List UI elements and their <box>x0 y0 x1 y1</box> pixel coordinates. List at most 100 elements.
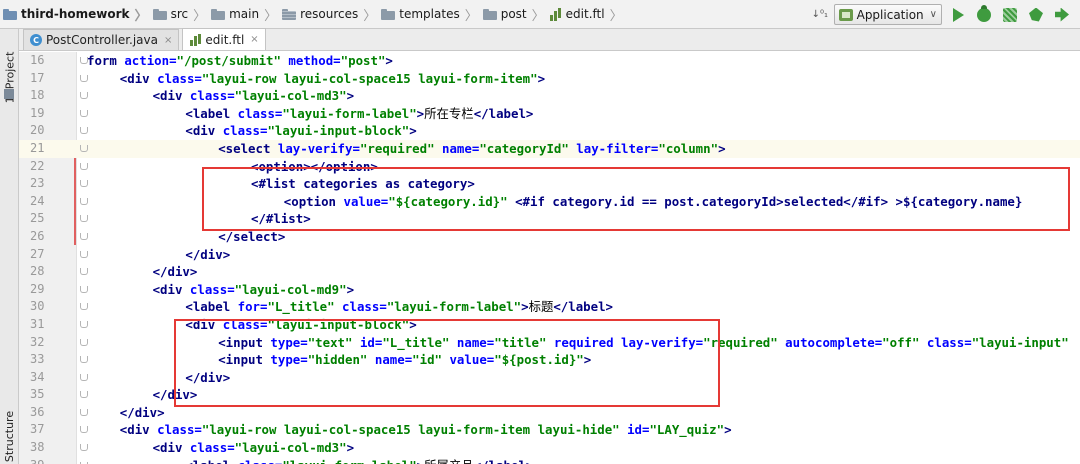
breadcrumb-item-project[interactable]: third-homework 〉 <box>3 0 153 28</box>
code-line[interactable]: 39 <label class="layui-form-label">所属产品</… <box>19 457 1080 464</box>
tab-post-controller[interactable]: C PostController.java × <box>23 29 180 50</box>
coverage-button[interactable] <box>1000 5 1020 25</box>
code-line[interactable]: 18 <div class="layui-col-md3"> <box>19 87 1080 105</box>
chevron-right-icon: 〉 <box>609 8 623 24</box>
fold-icon[interactable] <box>79 109 88 119</box>
line-number: 30 <box>30 299 45 314</box>
run-configuration-select[interactable]: Application ∨ <box>833 4 942 25</box>
line-number: 36 <box>30 404 45 419</box>
code-line[interactable]: 19 <label class="layui-form-label">所在专栏</… <box>19 105 1080 123</box>
code-line[interactable]: 38 <div class="layui-col-md3"> <box>19 439 1080 457</box>
tab-label: edit.ftl <box>205 32 245 47</box>
breadcrumb-item-templates[interactable]: templates 〉 <box>381 0 482 28</box>
code-line[interactable]: 20 <div class="layui-input-block"> <box>19 122 1080 140</box>
breadcrumb-label: post <box>500 7 527 21</box>
line-number: 28 <box>30 264 45 279</box>
breadcrumb-item-src[interactable]: src 〉 <box>152 0 212 28</box>
fold-icon[interactable] <box>79 425 88 435</box>
line-number: 22 <box>30 158 45 173</box>
code-line[interactable]: 28 </div> <box>19 263 1080 281</box>
line-number: 23 <box>30 176 45 191</box>
select-options-list-highlight <box>202 167 1070 231</box>
editor-tabs: C PostController.java × edit.ftl × <box>19 28 1080 51</box>
fold-icon[interactable] <box>79 179 88 189</box>
build-button[interactable] <box>1052 5 1072 25</box>
close-icon[interactable]: × <box>250 34 258 45</box>
code-line[interactable]: 37 <div class="layui-row layui-col-space1… <box>19 421 1080 439</box>
fold-icon[interactable] <box>79 74 88 84</box>
run-button[interactable] <box>948 5 968 25</box>
close-icon[interactable]: × <box>164 35 172 46</box>
line-number: 37 <box>30 422 45 437</box>
line-number: 32 <box>30 334 45 349</box>
fold-icon[interactable] <box>79 373 88 383</box>
freemarker-file-icon <box>189 34 201 46</box>
fold-icon[interactable] <box>79 285 88 295</box>
chevron-right-icon: 〉 <box>193 8 207 24</box>
fold-icon[interactable] <box>79 214 88 224</box>
tab-edit-ftl[interactable]: edit.ftl × <box>182 28 266 50</box>
folder-icon <box>381 8 396 20</box>
code-text: form action="/post/submit" method="post"… <box>87 53 393 68</box>
code-line[interactable]: 17 <div class="layui-row layui-col-space1… <box>19 70 1080 88</box>
sort-icon[interactable]: ↓⁰₁ <box>812 9 828 20</box>
line-number: 17 <box>30 70 45 85</box>
fold-icon[interactable] <box>79 91 88 101</box>
fold-icon[interactable] <box>79 320 88 330</box>
fold-icon[interactable] <box>79 355 88 365</box>
fold-icon[interactable] <box>79 338 88 348</box>
code-text: <div class="layui-row layui-col-space15 … <box>119 422 732 438</box>
code-editor[interactable]: 16 form action="/post/submit" method="pos… <box>19 52 1080 464</box>
code-text: <label class="layui-form-label">所属产品</la… <box>185 457 533 464</box>
fold-icon[interactable] <box>79 197 88 207</box>
run-configuration-label: Application <box>856 7 924 22</box>
code-line[interactable]: 29 <div class="layui-col-md9"> <box>19 281 1080 299</box>
fold-icon[interactable] <box>79 267 88 277</box>
structure-tool-tab[interactable]: Structure <box>0 401 19 464</box>
fold-icon[interactable] <box>79 443 88 453</box>
line-number: 34 <box>30 369 45 384</box>
code-text: <label class="layui-form-label">所在专栏</la… <box>185 105 534 121</box>
project-tool-tab[interactable]: 1: Project <box>0 37 19 117</box>
fold-icon[interactable] <box>79 162 88 172</box>
chevron-right-icon: 〉 <box>531 8 545 24</box>
fold-icon[interactable] <box>79 408 88 418</box>
breadcrumb-label: src <box>170 7 189 21</box>
debug-button[interactable] <box>974 4 994 25</box>
breadcrumb-item-main[interactable]: main 〉 <box>211 0 282 28</box>
fold-icon[interactable] <box>79 390 88 400</box>
fold-icon[interactable] <box>79 144 88 154</box>
breadcrumb-item-edit-ftl[interactable]: edit.ftl 〉 <box>549 0 628 28</box>
breadcrumb-label: main <box>229 7 260 21</box>
coverage-icon <box>1003 7 1017 22</box>
profile-button[interactable] <box>1026 5 1046 25</box>
code-line[interactable]: 30 <label for="L_title" class="layui-form… <box>19 298 1080 316</box>
code-line[interactable]: 27 </div> <box>19 246 1080 264</box>
breadcrumb-item-post[interactable]: post 〉 <box>482 0 550 28</box>
breadcrumb-label: templates <box>399 7 460 21</box>
line-number: 24 <box>30 193 45 208</box>
line-number: 39 <box>19 457 63 464</box>
debug-icon <box>977 4 991 22</box>
code-text: </div> <box>185 246 231 262</box>
navigation-bar: third-homework 〉 src 〉 main 〉 resources … <box>0 0 1080 29</box>
fold-icon[interactable] <box>79 302 88 312</box>
code-line[interactable]: 16 form action="/post/submit" method="pos… <box>19 52 1080 70</box>
code-text: <div class="layui-col-md9"> <box>152 281 355 297</box>
breadcrumb-item-resources[interactable]: resources 〉 <box>282 0 381 28</box>
code-text: <label for="L_title" class="layui-form-l… <box>185 299 614 315</box>
fold-icon[interactable] <box>79 250 88 260</box>
structure-tool-label: Structure <box>3 410 17 462</box>
project-icon <box>4 89 14 99</box>
module-folder-icon <box>3 8 17 20</box>
chevron-right-icon: 〉 <box>264 8 278 24</box>
application-icon <box>838 8 853 21</box>
java-class-icon: C <box>30 34 42 46</box>
fold-icon[interactable] <box>79 232 88 242</box>
code-text: </div> <box>152 264 198 280</box>
fold-icon[interactable] <box>79 126 88 136</box>
run-toolbar: ↓⁰₁ Application ∨ <box>812 0 1080 29</box>
code-line[interactable]: 21 <select lay-verify="required" name="ca… <box>19 139 1080 158</box>
fold-icon[interactable] <box>79 461 88 464</box>
code-text: <div class="layui-input-block"> <box>185 123 417 139</box>
